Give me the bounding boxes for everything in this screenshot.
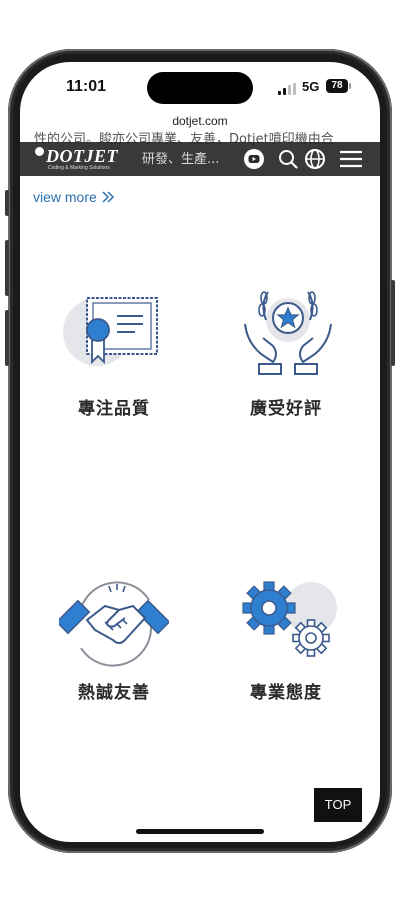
silent-switch xyxy=(5,190,9,216)
logo-text: DOTJET xyxy=(46,146,118,166)
signal-icon xyxy=(278,83,298,95)
view-more-label: view more xyxy=(33,189,97,205)
battery-icon: 78 xyxy=(326,79,348,93)
menu-icon[interactable] xyxy=(338,147,364,171)
home-indicator[interactable] xyxy=(136,829,264,834)
logo-dot xyxy=(35,147,44,156)
feature-professional: 專業態度 xyxy=(206,568,366,703)
handshake-icon xyxy=(34,568,194,668)
gears-icon xyxy=(206,568,366,668)
feature-label: 廣受好評 xyxy=(250,399,322,419)
phone-screen: 11:01 5G 78 dotjet.com 性的公司。睃亦公司專業、友善，Do… xyxy=(20,62,380,842)
url-bar[interactable]: dotjet.com xyxy=(20,114,380,128)
status-bar: 11:01 5G 78 xyxy=(20,62,380,114)
globe-icon[interactable] xyxy=(303,147,327,171)
certificate-icon xyxy=(34,284,194,384)
dynamic-island xyxy=(147,72,253,104)
view-more-link[interactable]: view more xyxy=(33,189,115,205)
feature-label: 專注品質 xyxy=(78,399,150,419)
feature-label: 熱誠友善 xyxy=(78,683,150,703)
volume-down-button xyxy=(5,310,9,366)
logo-tagline: Coding & Marking Solutions xyxy=(48,165,110,171)
search-icon[interactable] xyxy=(276,147,300,171)
feature-quality: 專注品質 xyxy=(34,284,194,419)
intro-text-tail: 研發、生產... xyxy=(142,152,220,167)
status-time: 11:01 xyxy=(66,78,107,95)
network-type: 5G xyxy=(302,79,320,94)
dotjet-logo[interactable]: DOTJET Coding & Marking Solutions xyxy=(32,144,142,174)
feature-reputation: 廣受好評 xyxy=(206,284,366,419)
award-star-hands-icon xyxy=(206,284,366,384)
youtube-icon[interactable] xyxy=(242,147,266,171)
feature-friendly: 熱誠友善 xyxy=(34,568,194,703)
back-to-top-button[interactable]: TOP xyxy=(314,788,362,822)
site-header: DOTJET Coding & Marking Solutions 研發、生產.… xyxy=(20,142,380,176)
power-button xyxy=(391,280,395,366)
double-chevron-right-icon xyxy=(101,189,115,205)
feature-label: 專業態度 xyxy=(250,683,322,703)
battery-cap xyxy=(349,83,351,89)
volume-up-button xyxy=(5,240,9,296)
